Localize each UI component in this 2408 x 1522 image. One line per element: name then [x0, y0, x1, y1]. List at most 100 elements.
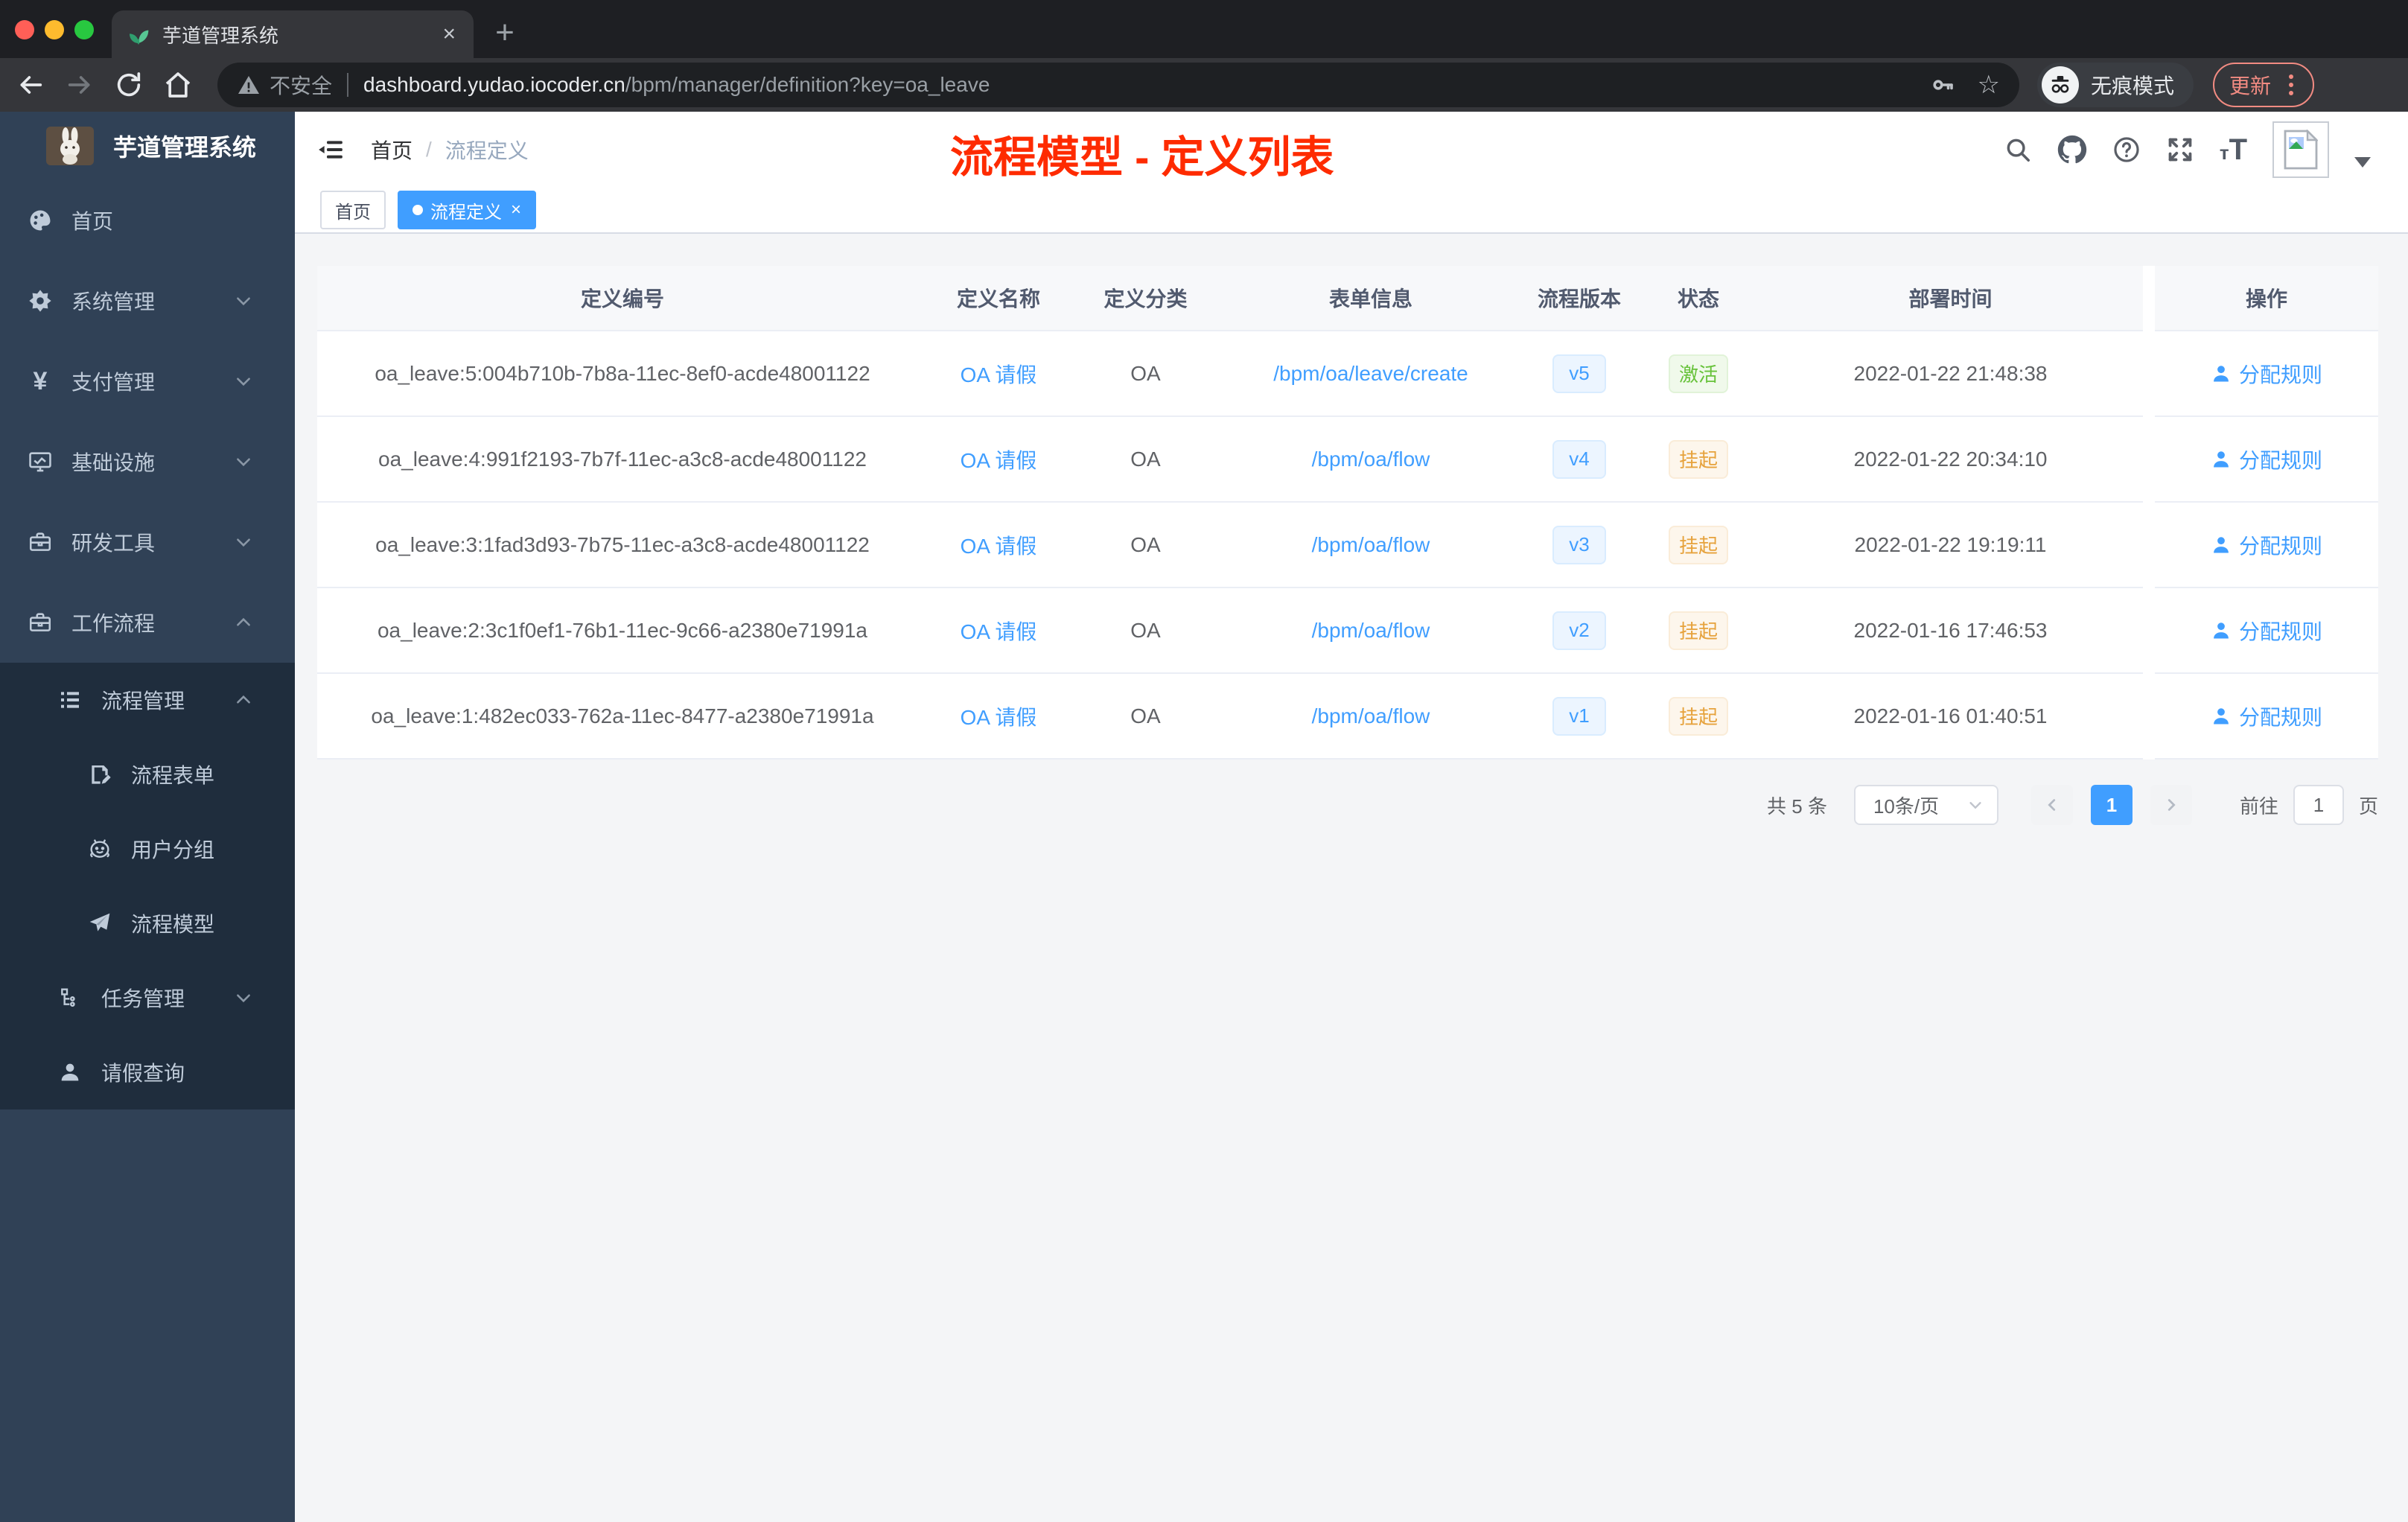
pagination: 共 5 条 10条/页 1 前往 页	[317, 785, 2378, 825]
status-badge: 挂起	[1668, 696, 1728, 736]
collapse-sidebar-icon[interactable]	[316, 135, 345, 165]
cell-deploy-time: 2022-01-16 01:40:51	[1853, 704, 2048, 727]
column-header-name: 定义名称	[956, 287, 1040, 311]
fullscreen-icon[interactable]	[2166, 136, 2194, 164]
not-secure-label[interactable]: 不安全	[270, 70, 332, 100]
zoom-window-button[interactable]	[74, 20, 94, 39]
goto-page-input[interactable]	[2293, 785, 2344, 825]
browser-tab[interactable]: 芋道管理系统 ×	[112, 10, 474, 58]
tag-home[interactable]: 首页	[320, 191, 386, 229]
version-badge: v4	[1552, 439, 1606, 479]
avatar-dropdown-caret-icon[interactable]	[2354, 157, 2371, 168]
url-text[interactable]: dashboard.yudao.iocoder.cn/bpm/manager/d…	[363, 73, 990, 97]
chevron-down-icon	[234, 291, 253, 311]
sidebar-item-workflow[interactable]: 工作流程	[0, 582, 295, 663]
sidebar-item-process-management[interactable]: 流程管理	[0, 663, 295, 737]
sidebar-item-payment[interactable]: ¥ 支付管理	[0, 341, 295, 421]
assign-rule-button[interactable]: 分配规则	[2211, 445, 2322, 474]
sidebar-item-process-form[interactable]: 流程表单	[0, 737, 295, 812]
help-icon[interactable]	[2112, 136, 2141, 164]
navbar-actions: тT	[2004, 121, 2371, 178]
font-size-icon[interactable]: тT	[2220, 133, 2247, 167]
sidebar-item-system[interactable]: 系统管理	[0, 261, 295, 341]
cell-definition-id: oa_leave:4:991f2193-7b7f-11ec-a3c8-acde4…	[378, 447, 867, 471]
sidebar-logo[interactable]: 芋道管理系统	[0, 112, 295, 180]
definition-name-link[interactable]: OA 请假	[961, 445, 1037, 474]
cell-definition-id: oa_leave:1:482ec033-762a-11ec-8477-a2380…	[371, 704, 874, 727]
sidebar-item-label: 基础设施	[71, 451, 156, 474]
annotation-text: 流程模型 - 定义列表	[950, 133, 1334, 182]
prev-page-button[interactable]	[2030, 785, 2073, 825]
form-link[interactable]: /bpm/oa/leave/create	[1273, 362, 1468, 386]
window-controls[interactable]	[15, 20, 94, 39]
column-header-actions: 操作	[2245, 287, 2287, 311]
sidebar-item-process-model[interactable]: 流程模型	[0, 886, 295, 961]
cell-category: OA	[1130, 704, 1161, 727]
chevron-down-icon	[1969, 802, 1981, 809]
definition-name-link[interactable]: OA 请假	[961, 616, 1037, 646]
tag-close-icon[interactable]: ×	[511, 201, 521, 219]
breadcrumb-home[interactable]: 首页	[371, 135, 413, 165]
paper-plane-icon	[85, 911, 115, 935]
tab-close-icon[interactable]: ×	[439, 23, 459, 45]
sidebar-item-label: 流程表单	[131, 764, 215, 787]
back-icon[interactable]	[12, 66, 49, 104]
assign-rule-button[interactable]: 分配规则	[2211, 359, 2322, 389]
sidebar-item-infrastructure[interactable]: 基础设施	[0, 421, 295, 502]
assign-rule-button[interactable]: 分配规则	[2211, 616, 2322, 646]
status-badge: 激活	[1668, 354, 1728, 393]
fixed-column-divider	[2143, 266, 2155, 760]
sidebar-item-home[interactable]: 首页	[0, 180, 295, 261]
sidebar-item-devtools[interactable]: 研发工具	[0, 502, 295, 582]
goto-label: 前往	[2239, 795, 2278, 818]
sidebar-item-leave-query[interactable]: 请假查询	[0, 1035, 295, 1109]
home-icon[interactable]	[159, 66, 197, 104]
table-main-columns: 定义编号 定义名称 定义分类 表单信息 流程版本 状态 部署时间 oa_leav…	[317, 266, 2143, 760]
chevron-up-icon	[234, 690, 253, 710]
sidebar-item-task-management[interactable]: 任务管理	[0, 961, 295, 1035]
column-header-form: 表单信息	[1328, 287, 1412, 311]
tab-title: 芋道管理系统	[162, 24, 279, 47]
definition-name-link[interactable]: OA 请假	[961, 701, 1037, 731]
github-icon[interactable]	[2057, 135, 2087, 165]
page-number-1[interactable]: 1	[2090, 785, 2133, 825]
update-label[interactable]: 更新	[2229, 70, 2271, 100]
form-link[interactable]: /bpm/oa/flow	[1312, 448, 1430, 471]
logo-rabbit-avatar	[46, 127, 94, 165]
sidebar-item-user-group[interactable]: 用户分组	[0, 812, 295, 886]
address-bar[interactable]: 不安全 dashboard.yudao.iocoder.cn/bpm/manag…	[217, 63, 2019, 107]
search-icon[interactable]	[2004, 136, 2032, 164]
page-size-select[interactable]: 10条/页	[1853, 785, 1998, 825]
sidebar-item-label: 任务管理	[101, 987, 185, 1010]
close-window-button[interactable]	[15, 20, 34, 39]
sidebar-item-label: 流程模型	[131, 913, 215, 936]
forward-icon[interactable]	[61, 66, 98, 104]
browser-menu-icon[interactable]	[2284, 74, 2298, 95]
definition-name-link[interactable]: OA 请假	[961, 530, 1037, 560]
definition-name-link[interactable]: OA 请假	[961, 359, 1037, 389]
bookmark-star-icon[interactable]: ☆	[1977, 70, 1999, 100]
key-icon[interactable]	[1929, 71, 1956, 98]
form-link[interactable]: /bpm/oa/flow	[1312, 704, 1430, 728]
new-tab-button[interactable]: +	[485, 15, 524, 54]
form-link[interactable]: /bpm/oa/flow	[1312, 619, 1430, 643]
column-header-status: 状态	[1677, 287, 1719, 311]
tag-label: 首页	[335, 202, 371, 223]
browser-update-button[interactable]: 更新	[2212, 63, 2314, 107]
user-icon	[2214, 536, 2229, 553]
minimize-window-button[interactable]	[45, 20, 64, 39]
sidebar-item-label: 研发工具	[71, 532, 156, 555]
column-header-version: 流程版本	[1537, 287, 1621, 311]
sidebar-item-label: 支付管理	[71, 371, 156, 394]
table-fixed-column: 操作 分配规则 分配规则 分配规则 分配规则 分配规则	[2155, 266, 2378, 760]
assign-rule-button[interactable]: 分配规则	[2211, 701, 2322, 731]
tag-process-definition[interactable]: 流程定义 ×	[398, 191, 537, 229]
yen-icon: ¥	[33, 366, 48, 395]
hierarchy-icon	[55, 986, 85, 1010]
next-page-button[interactable]	[2150, 785, 2192, 825]
sidebar-item-label: 首页	[71, 210, 114, 233]
reload-icon[interactable]	[110, 66, 147, 104]
user-avatar[interactable]	[2272, 121, 2329, 178]
assign-rule-button[interactable]: 分配规则	[2211, 530, 2322, 560]
form-link[interactable]: /bpm/oa/flow	[1312, 533, 1430, 557]
